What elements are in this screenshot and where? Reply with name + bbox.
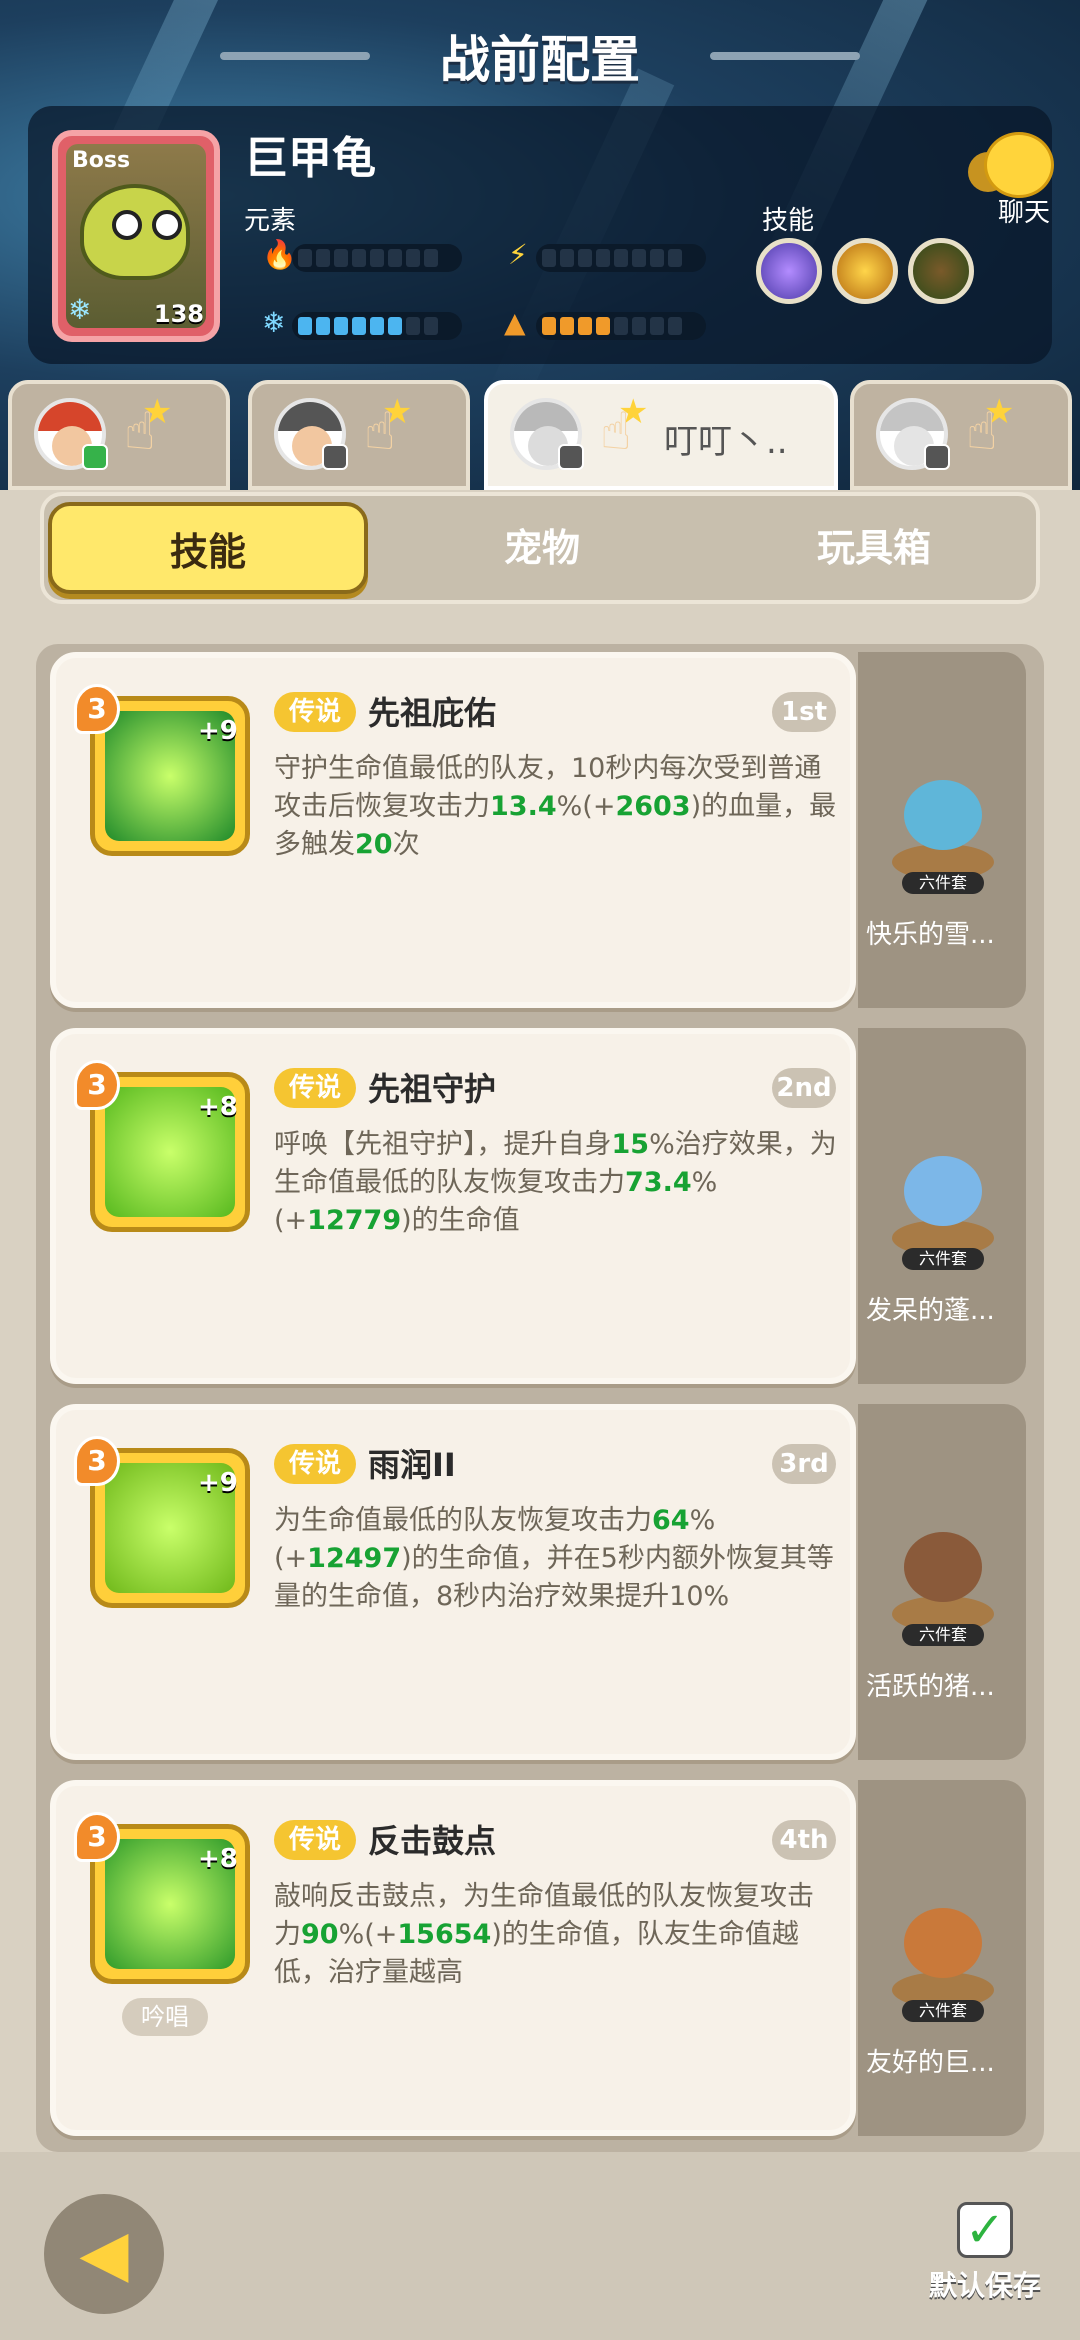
- rarity-badge: 传说: [274, 1820, 356, 1860]
- default-save-toggle[interactable]: ✓ 默认保存: [920, 2202, 1050, 2322]
- tab-toybox[interactable]: 玩具箱: [714, 502, 1034, 594]
- ice-element-icon: ❄: [68, 293, 92, 326]
- skill-rank: 3rd: [772, 1444, 836, 1484]
- pet-slot[interactable]: 六件套发呆的蓬...: [858, 1028, 1026, 1384]
- hero-tab-1[interactable]: ★ ☝: [8, 380, 230, 490]
- golden-crown-icon[interactable]: [832, 238, 898, 304]
- skill-description: 呼唤【先祖守护】，提升自身15%治疗效果，为生命值最低的队友恢复攻击力73.4%…: [274, 1129, 837, 1236]
- boss-level: 138: [153, 300, 204, 328]
- rarity-badge: 传说: [274, 692, 356, 732]
- skill-name: 先祖守护: [368, 1070, 497, 1108]
- skill-plus: +9: [198, 1468, 238, 1498]
- skill-label: 技能: [762, 206, 815, 236]
- hero-tab-3[interactable]: ★ ☝ 叮叮丶..: [484, 380, 838, 490]
- pet-set-label: 六件套: [902, 1624, 984, 1646]
- skill-rank: 2nd: [772, 1068, 836, 1108]
- chant-tag: 吟唱: [122, 1998, 208, 2036]
- pet-figure: 六件套: [888, 1900, 998, 2022]
- hand-icon: ☝: [124, 402, 156, 462]
- ice-icon: ❄: [262, 306, 286, 339]
- skill-description: 为生命值最低的队友恢复攻击力64%(+12497)的生命值，并在5秒内额外恢复其…: [274, 1505, 834, 1612]
- skill-plus: +8: [198, 1844, 238, 1874]
- ice-element-bar: [292, 312, 462, 340]
- pet-figure: 六件套: [888, 1148, 998, 1270]
- page-title: 战前配置: [440, 31, 640, 89]
- back-button[interactable]: ◀: [44, 2194, 164, 2314]
- smiley-icon: [984, 132, 1054, 198]
- pet-set-label: 六件套: [902, 872, 984, 894]
- pet-name: 友好的巨...: [866, 2048, 995, 2078]
- skill-card[interactable]: 3 +8 传说 先祖守护 2nd 呼唤【先祖守护】，提升自身15%治疗效果，为生命值最低的…: [50, 1028, 856, 1384]
- device-badge: [558, 444, 584, 470]
- skill-card[interactable]: 3 +9 传说 先祖庇佑 1st 守护生命值最低的队友，10秒内每次受到普通攻击后恢复攻击…: [50, 652, 856, 1008]
- hand-icon: ☝: [966, 402, 998, 462]
- online-badge: [82, 444, 108, 470]
- skill-level-badge: 3: [74, 1812, 120, 1862]
- pet-name: 发呆的蓬...: [866, 1296, 995, 1326]
- skill-plus: +9: [198, 716, 238, 746]
- skill-level-badge: 3: [74, 684, 120, 734]
- pet-figure: 六件套: [888, 772, 998, 894]
- footer-bar: ◀ ✓ 默认保存: [0, 2152, 1080, 2340]
- boss-tag: Boss: [72, 148, 131, 173]
- rarity-badge: 传说: [274, 1068, 356, 1108]
- hero-nickname: 叮叮丶..: [664, 422, 788, 462]
- default-save-label: 默认保存: [928, 2269, 1041, 2302]
- boss-portrait[interactable]: Boss ❄ 138: [52, 130, 220, 342]
- boss-name: 巨甲龟: [244, 133, 376, 184]
- skill-card[interactable]: 3 +8 传说 反击鼓点 4th 敲响反击鼓点，为生命值最低的队友恢复攻击力90%(+15…: [50, 1780, 856, 2136]
- skill-name: 反击鼓点: [368, 1822, 497, 1860]
- back-arrow-icon: ◀: [79, 2217, 129, 2291]
- hand-icon: ☝: [600, 402, 632, 462]
- hero-tab-2[interactable]: ★ ☝: [248, 380, 470, 490]
- device-badge: [322, 444, 348, 470]
- dark-cloak-icon[interactable]: [908, 238, 974, 304]
- skill-plus: +8: [198, 1092, 238, 1122]
- skill-name: 先祖庇佑: [368, 694, 497, 732]
- element-label: 元素: [244, 206, 297, 236]
- skill-description: 守护生命值最低的队友，10秒内每次受到普通攻击后恢复攻击力13.4%(+2603…: [274, 753, 837, 860]
- earth-icon: ▲: [504, 306, 526, 339]
- pet-figure: 六件套: [888, 1524, 998, 1646]
- rarity-badge: 传说: [274, 1444, 356, 1484]
- purple-swirl-icon[interactable]: [756, 238, 822, 304]
- checkbox-checked-icon: ✓: [957, 2202, 1013, 2258]
- device-badge: [924, 444, 950, 470]
- skill-level-badge: 3: [74, 1060, 120, 1110]
- pet-slot[interactable]: 六件套友好的巨...: [858, 1780, 1026, 2136]
- tab-pets[interactable]: 宠物: [382, 502, 702, 594]
- pet-slot[interactable]: 六件套快乐的雪...: [858, 652, 1026, 1008]
- earth-element-bar: [536, 312, 706, 340]
- hand-icon: ☝: [364, 402, 396, 462]
- pet-slot[interactable]: 六件套活跃的猪...: [858, 1404, 1026, 1760]
- skill-rank: 4th: [772, 1820, 836, 1860]
- hero-tab-4[interactable]: ★ ☝: [850, 380, 1072, 490]
- skill-level-badge: 3: [74, 1436, 120, 1486]
- pet-set-label: 六件套: [902, 2000, 984, 2022]
- skill-name: 雨润II: [368, 1446, 456, 1484]
- lightning-element-bar: [536, 244, 706, 272]
- pet-name: 快乐的雪...: [866, 920, 995, 950]
- hero-tabs: ★ ☝ ★ ☝ ★ ☝ 叮叮丶.. ★ ☝: [0, 380, 1080, 490]
- tab-skills[interactable]: 技能: [48, 502, 368, 594]
- chat-label: 聊天: [997, 198, 1050, 228]
- fire-element-bar: [292, 244, 462, 272]
- lightning-icon: ⚡: [508, 238, 528, 271]
- skill-card[interactable]: 3 +9 传说 雨润II 3rd 为生命值最低的队友恢复攻击力64%(+12497)的生命…: [50, 1404, 856, 1760]
- pet-name: 活跃的猪...: [866, 1672, 995, 1702]
- skill-rank: 1st: [772, 692, 836, 732]
- pet-set-label: 六件套: [902, 1248, 984, 1270]
- skill-description: 敲响反击鼓点，为生命值最低的队友恢复攻击力90%(+15654)的生命值，队友生…: [274, 1881, 814, 1988]
- config-subtabs: 技能 宠物 玩具箱: [40, 492, 1040, 604]
